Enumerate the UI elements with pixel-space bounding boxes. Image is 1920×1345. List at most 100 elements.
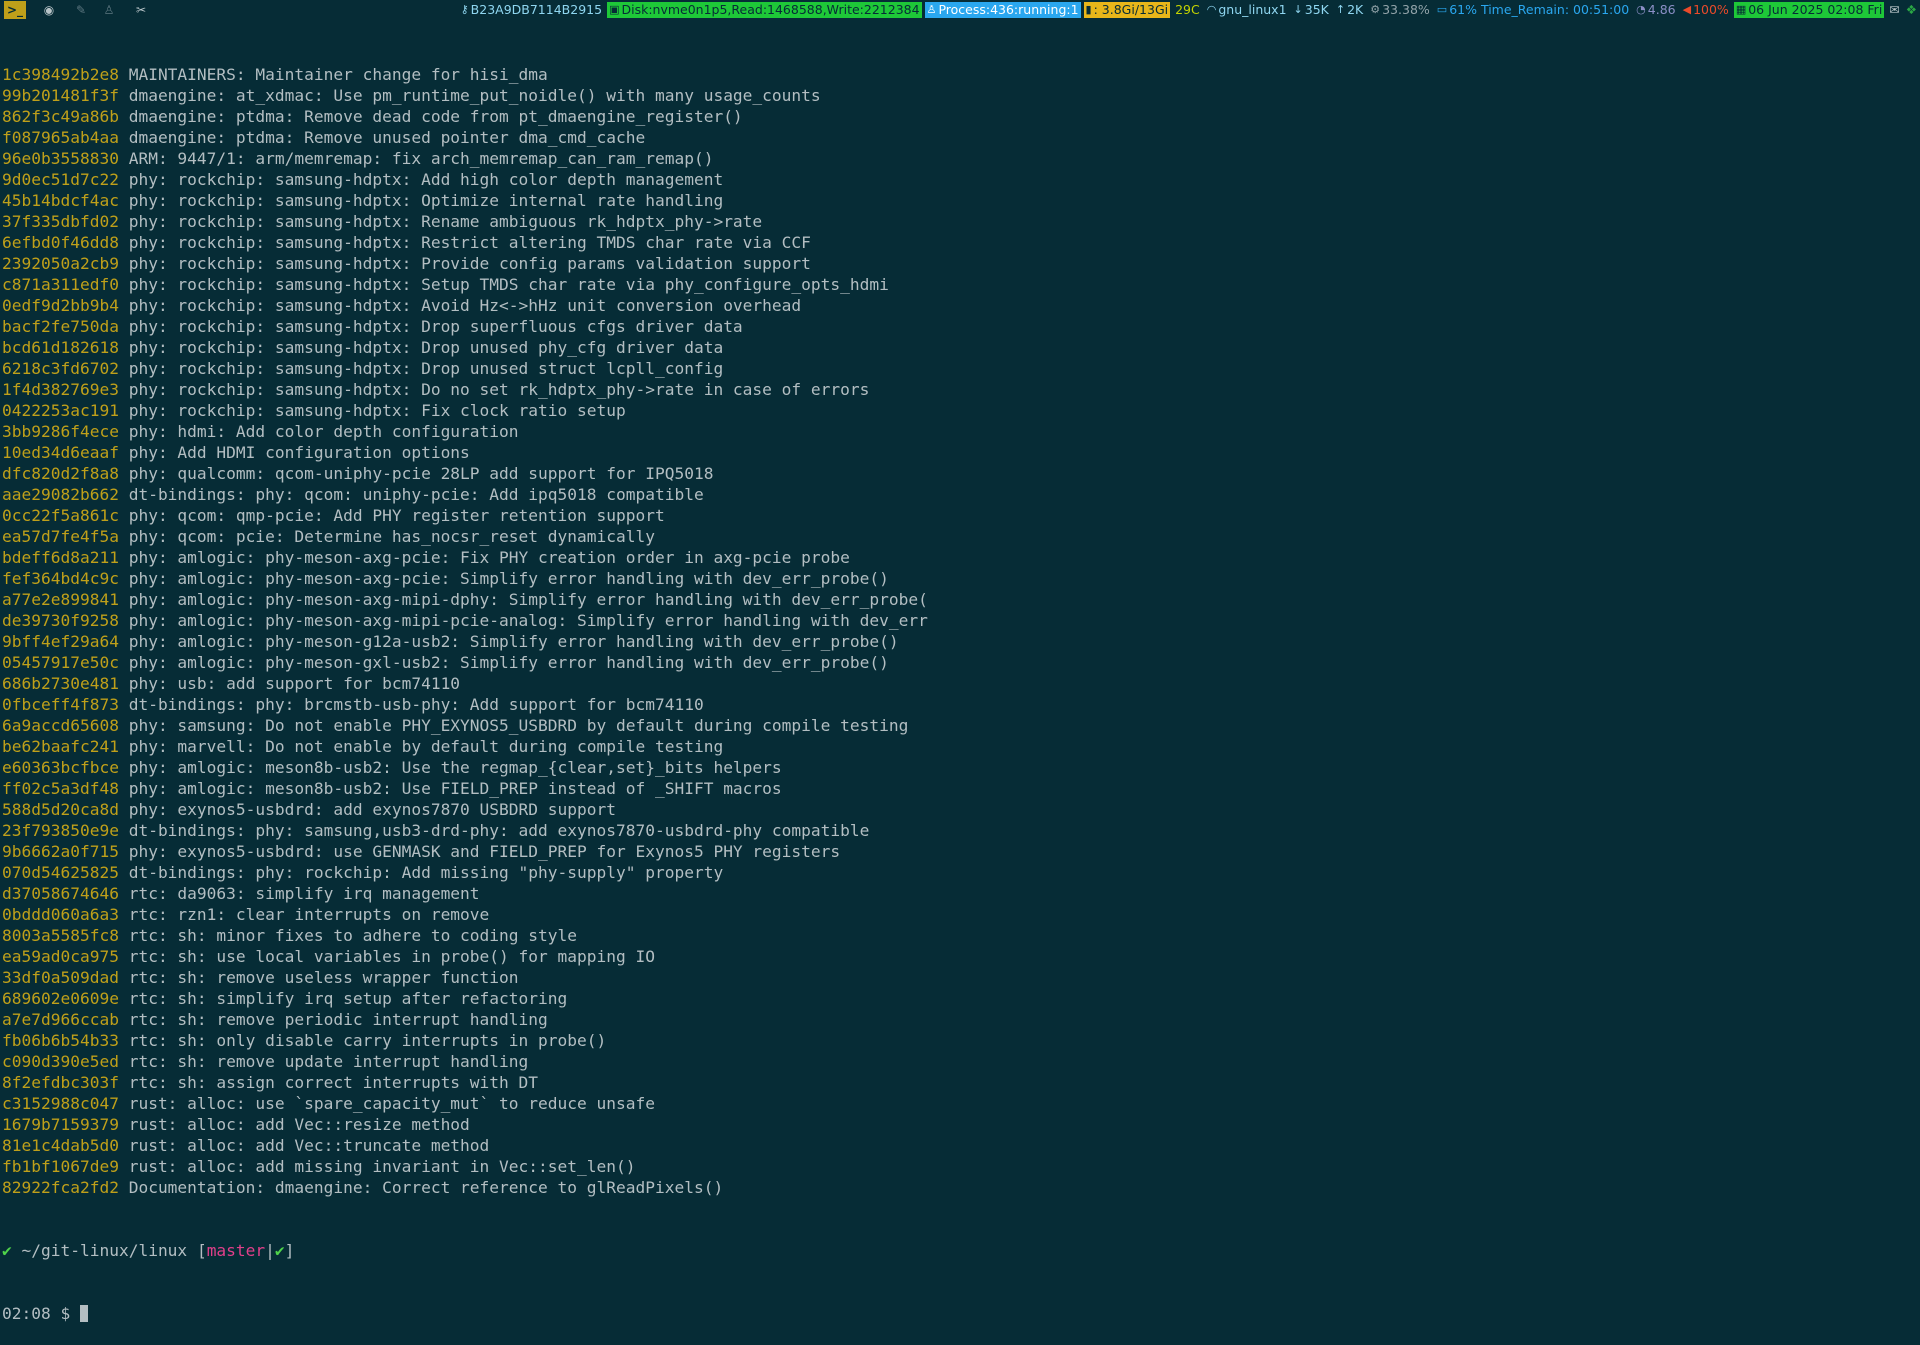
git-log-line: 2392050a2cb9 phy: rockchip: samsung-hdpt…	[2, 253, 1912, 274]
commit-hash: 3bb9286f4ece	[2, 422, 119, 441]
commit-hash: 0422253ac191	[2, 401, 119, 420]
commit-message: dt-bindings: phy: rockchip: Add missing …	[128, 863, 724, 882]
commit-hash: c3152988c047	[2, 1094, 119, 1113]
commit-hash: a7e7d966ccab	[2, 1010, 119, 1029]
tray-app-icon[interactable]: ❖	[1904, 2, 1919, 18]
commit-message: rtc: sh: remove useless wrapper function	[128, 968, 519, 987]
commit-hash: 9bff4ef29a64	[2, 632, 119, 651]
commit-hash: f087965ab4aa	[2, 128, 119, 147]
commit-message: phy: qcom: qmp-pcie: Add PHY register re…	[128, 506, 665, 525]
shell-prompt-line: ✔ ~/git-linux/linux [master|✔]	[2, 1240, 1912, 1261]
commit-message: rtc: sh: assign correct interrupts with …	[128, 1073, 539, 1092]
commit-hash: bacf2fe750da	[2, 317, 119, 336]
workspace-tools-icon[interactable]: ✂	[130, 1, 152, 19]
commit-message: Documentation: dmaengine: Correct refere…	[128, 1178, 724, 1197]
memory-widget: ▮ : 3.8Gi/13Gi	[1083, 2, 1171, 18]
git-log-line: 3bb9286f4ece phy: hdmi: Add color depth …	[2, 421, 1912, 442]
commit-hash: be62baafc241	[2, 737, 119, 756]
commit-hash: 1c398492b2e8	[2, 65, 119, 84]
commit-message: phy: samsung: Do not enable PHY_EXYNOS5_…	[128, 716, 909, 735]
commit-hash: 588d5d20ca8d	[2, 800, 119, 819]
commit-message: phy: rockchip: samsung-hdptx: Fix clock …	[128, 401, 626, 420]
commit-message: phy: amlogic: meson8b-usb2: Use FIELD_PR…	[128, 779, 782, 798]
workspace-editor-icon[interactable]: ✎	[70, 1, 92, 19]
datetime-widget[interactable]: ▦ 06 Jun 2025 02:08 Fri	[1733, 2, 1885, 18]
commit-message: dmaengine: ptdma: Remove dead code from …	[128, 107, 743, 126]
volume-widget[interactable]: ◀ 100%	[1681, 2, 1731, 18]
commit-hash: 070d54625825	[2, 863, 119, 882]
git-log-line: 0cc22f5a861c phy: qcom: qmp-pcie: Add PH…	[2, 505, 1912, 526]
commit-hash: aae29082b662	[2, 485, 119, 504]
disk-widget: ▣ Disk:nvme0n1p5,Read:1468588,Write:2212…	[607, 2, 922, 18]
commit-hash: 9d0ec51d7c22	[2, 170, 119, 189]
key-icon: ⚷	[460, 3, 469, 16]
commit-hash: a77e2e899841	[2, 590, 119, 609]
commit-message: MAINTAINERS: Maintainer change for hisi_…	[128, 65, 548, 84]
calendar-icon: ▦	[1735, 3, 1747, 16]
terminal-output[interactable]: 1c398492b2e8 MAINTAINERS: Maintainer cha…	[2, 22, 1912, 1345]
hostname-text: B23A9DB7114B2915	[470, 2, 603, 17]
commit-hash: 1679b7159379	[2, 1115, 119, 1134]
commit-message: phy: rockchip: samsung-hdptx: Add high c…	[128, 170, 724, 189]
commit-message: rtc: da9063: simplify irq management	[128, 884, 480, 903]
commit-hash: 82922fca2fd2	[2, 1178, 119, 1197]
network-widget[interactable]: ◠ gnu_linux1	[1205, 2, 1289, 18]
git-log-line: 99b201481f3f dmaengine: at_xdmac: Use pm…	[2, 85, 1912, 106]
commit-hash: 686b2730e481	[2, 674, 119, 693]
memory-text: : 3.8Gi/13Gi	[1093, 2, 1169, 17]
workspace-terminal-icon[interactable]: >_	[4, 1, 26, 19]
git-log-line: be62baafc241 phy: marvell: Do not enable…	[2, 736, 1912, 757]
commit-message: phy: qcom: pcie: Determine has_nocsr_res…	[128, 527, 655, 546]
commit-message: rtc: sh: remove update interrupt handlin…	[128, 1052, 529, 1071]
commit-hash: bcd61d182618	[2, 338, 119, 357]
prompt-bracket-open: [	[196, 1241, 207, 1260]
commit-hash: 8003a5585fc8	[2, 926, 119, 945]
commit-message: rust: alloc: add missing invariant in Ve…	[128, 1157, 636, 1176]
commit-message: rtc: sh: simplify irq setup after refact…	[128, 989, 568, 1008]
git-log-line: 6efbd0f46dd8 phy: rockchip: samsung-hdpt…	[2, 232, 1912, 253]
cpu-widget: ⚙ 33.38%	[1368, 2, 1432, 18]
git-log-line: 1679b7159379 rust: alloc: add Vec::resiz…	[2, 1114, 1912, 1135]
workspace-browser-icon[interactable]: ◉	[38, 1, 60, 19]
cpu-text: 33.38%	[1382, 2, 1430, 17]
commit-message: phy: hdmi: Add color depth configuration	[128, 422, 519, 441]
process-widget: ♙ Process:436:running:1	[924, 2, 1081, 18]
commit-message: rust: alloc: use `spare_capacity_mut` to…	[128, 1094, 655, 1113]
commit-message: phy: rockchip: samsung-hdptx: Optimize i…	[128, 191, 724, 210]
upload-widget: ↑ 2K	[1334, 2, 1365, 18]
git-log-line: 96e0b3558830 ARM: 9447/1: arm/memremap: …	[2, 148, 1912, 169]
cog-icon: ⚙	[1370, 3, 1381, 16]
workspace-penguin-icon[interactable]: ♙	[98, 1, 120, 19]
commit-hash: 33df0a509dad	[2, 968, 119, 987]
commit-hash: ea59ad0ca975	[2, 947, 119, 966]
commit-message: phy: amlogic: meson8b-usb2: Use the regm…	[128, 758, 782, 777]
git-log-line: bdeff6d8a211 phy: amlogic: phy-meson-axg…	[2, 547, 1912, 568]
shell-input-line[interactable]: 02:08 $	[2, 1303, 1912, 1324]
commit-message: rtc: sh: use local variables in probe() …	[128, 947, 655, 966]
load-widget: ◔ 4.86	[1634, 2, 1677, 18]
git-log-line: bacf2fe750da phy: rockchip: samsung-hdpt…	[2, 316, 1912, 337]
speaker-icon: ◀	[1682, 3, 1692, 16]
commit-hash: 0bddd060a6a3	[2, 905, 119, 924]
git-log-line: 689602e0609e rtc: sh: simplify irq setup…	[2, 988, 1912, 1009]
commit-message: phy: amlogic: phy-meson-axg-pcie: Fix PH…	[128, 548, 850, 567]
commit-hash: 6efbd0f46dd8	[2, 233, 119, 252]
commit-message: phy: exynos5-usbdrd: use GENMASK and FIE…	[128, 842, 841, 861]
battery-icon: ▭	[1436, 3, 1448, 16]
commit-message: phy: rockchip: samsung-hdptx: Restrict a…	[128, 233, 811, 252]
commit-hash: 10ed34d6eaaf	[2, 443, 119, 462]
prompt-git-branch: master	[206, 1241, 266, 1260]
mail-icon[interactable]: ✉	[1887, 2, 1901, 18]
commit-message: rtc: sh: only disable carry interrupts i…	[128, 1031, 607, 1050]
git-log-line: 0bddd060a6a3 rtc: rzn1: clear interrupts…	[2, 904, 1912, 925]
commit-hash: bdeff6d8a211	[2, 548, 119, 567]
load-text: 4.86	[1647, 2, 1676, 17]
text-cursor[interactable]	[79, 1305, 88, 1322]
git-log-line: 6a9accd65608 phy: samsung: Do not enable…	[2, 715, 1912, 736]
commit-message: phy: rockchip: samsung-hdptx: Provide co…	[128, 254, 811, 273]
commit-message: phy: usb: add support for bcm74110	[128, 674, 461, 693]
git-log-line: dfc820d2f8a8 phy: qualcomm: qcom-uniphy-…	[2, 463, 1912, 484]
datetime-text: 06 Jun 2025 02:08 Fri	[1748, 2, 1883, 17]
commit-hash: 05457917e50c	[2, 653, 119, 672]
commit-message: phy: rockchip: samsung-hdptx: Rename amb…	[128, 212, 763, 231]
